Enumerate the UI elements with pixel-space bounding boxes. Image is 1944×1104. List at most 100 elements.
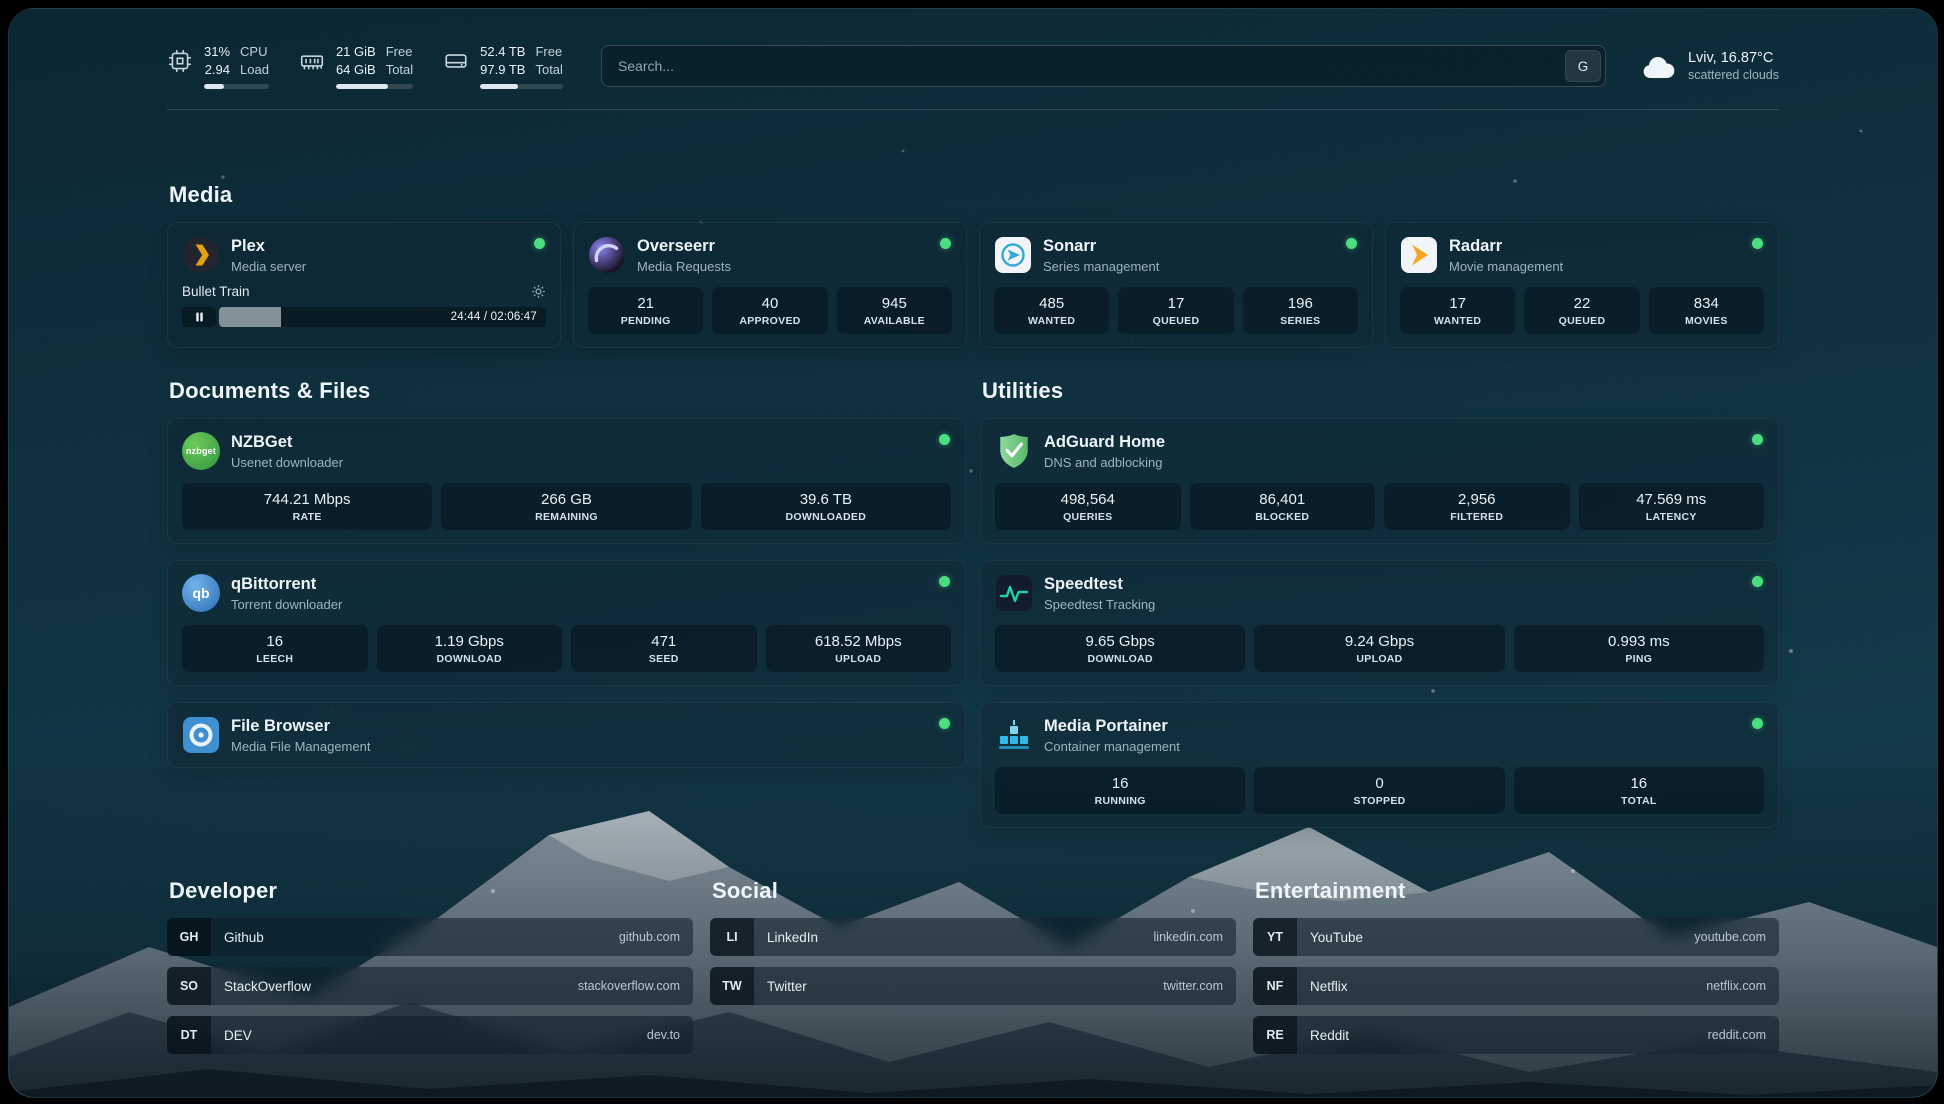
stat-value: 2,956: [1388, 491, 1566, 508]
service-stats: 485WANTED 17QUEUED 196SERIES: [994, 287, 1358, 334]
bookmark-reddit[interactable]: RE Reddit reddit.com: [1253, 1016, 1779, 1054]
service-card-speedtest[interactable]: Speedtest Speedtest Tracking 9.65 GbpsDO…: [980, 560, 1779, 686]
service-header: Plex Media server: [182, 236, 546, 274]
bookmark-url: twitter.com: [1163, 979, 1223, 993]
cloud-icon: [1640, 53, 1676, 80]
service-card-qbittorrent[interactable]: qb qBittorrent Torrent downloader 16LEEC…: [167, 560, 966, 686]
qbittorrent-logo-text: qb: [182, 574, 220, 612]
search-input[interactable]: [601, 45, 1606, 87]
section-utilities: Utilities: [980, 378, 1779, 828]
bookmark-abbr: DT: [167, 1016, 211, 1054]
service-name: Sonarr: [1043, 237, 1159, 257]
service-header: Media Portainer Container management: [995, 716, 1764, 754]
cpu-usage-value: 31%: [204, 43, 230, 61]
search-bar: G: [601, 45, 1606, 87]
now-playing-row: Bullet Train: [182, 284, 546, 299]
stat-value: 16: [1518, 775, 1760, 792]
stat-value: 9.24 Gbps: [1258, 633, 1500, 650]
gear-icon[interactable]: [531, 284, 546, 299]
service-card-radarr[interactable]: Radarr Movie management 17WANTED 22QUEUE…: [1385, 222, 1779, 348]
weather-location: Lviv, 16.87°C: [1688, 50, 1779, 66]
cpu-usage-label: CPU: [240, 43, 269, 61]
stat-label: QUERIES: [999, 511, 1177, 523]
service-card-portainer[interactable]: Media Portainer Container management 16 R…: [980, 702, 1779, 828]
dashboard-content: 31% 2.94 CPU Load: [167, 9, 1779, 1054]
stat-rate: 744.21 MbpsRATE: [182, 483, 432, 530]
bookmark-url: stackoverflow.com: [578, 979, 680, 993]
service-card-nzbget[interactable]: nzbget NZBGet Usenet downloader 744.21 M…: [167, 418, 966, 544]
stat-label: QUEUED: [1122, 315, 1229, 327]
bookmark-linkedin[interactable]: LI LinkedIn linkedin.com: [710, 918, 1236, 956]
stat-value: 16: [186, 633, 364, 650]
service-header: Sonarr Series management: [994, 236, 1358, 274]
bookmark-url: reddit.com: [1708, 1028, 1766, 1042]
service-card-adguard[interactable]: AdGuard Home DNS and adblocking 498,564Q…: [980, 418, 1779, 544]
stat-value: 0.993 ms: [1518, 633, 1760, 650]
now-playing-title: Bullet Train: [182, 284, 250, 299]
stat-value: 17: [1404, 295, 1511, 312]
speedtest-icon: [995, 574, 1033, 612]
service-card-filebrowser[interactable]: File Browser Media File Management: [167, 702, 966, 768]
cpu-progress-bar: [204, 84, 269, 89]
stat-label: RUNNING: [999, 795, 1241, 807]
adguard-icon: [995, 432, 1033, 470]
bookmark-name: Twitter: [767, 979, 807, 994]
service-subtitle: Torrent downloader: [231, 597, 342, 612]
stat-label: BLOCKED: [1194, 511, 1372, 523]
memory-progress-fill: [336, 84, 388, 89]
memory-free-label: Free: [386, 43, 413, 61]
stat-label: UPLOAD: [1258, 653, 1500, 665]
bookmark-twitter[interactable]: TW Twitter twitter.com: [710, 967, 1236, 1005]
service-header: Overseerr Media Requests: [588, 236, 952, 274]
service-subtitle: Speedtest Tracking: [1044, 597, 1155, 612]
stat-queued: 22QUEUED: [1524, 287, 1639, 334]
playback-time: 24:44 / 02:06:47: [451, 311, 537, 323]
disk-widget: 52.4 TB 97.9 TB Free Total: [443, 43, 563, 89]
service-subtitle: Media Requests: [637, 259, 731, 274]
bookmark-name: StackOverflow: [224, 979, 311, 994]
bookmark-github[interactable]: GH Github github.com: [167, 918, 693, 956]
stat-label: SERIES: [1247, 315, 1354, 327]
stat-upload: 618.52 MbpsUPLOAD: [766, 625, 952, 672]
service-stats: 744.21 MbpsRATE 266 GBREMAINING 39.6 TBD…: [182, 483, 951, 530]
stat-filtered: 2,956FILTERED: [1384, 483, 1570, 530]
bookmark-abbr: SO: [167, 967, 211, 1005]
bookmark-dev[interactable]: DT DEV dev.to: [167, 1016, 693, 1054]
service-card-overseerr[interactable]: Overseerr Media Requests 21PENDING 40APP…: [573, 222, 967, 348]
bookmark-stackoverflow[interactable]: SO StackOverflow stackoverflow.com: [167, 967, 693, 1005]
bookmark-youtube[interactable]: YT YouTube youtube.com: [1253, 918, 1779, 956]
stat-queued: 17QUEUED: [1118, 287, 1233, 334]
stat-value: 16: [999, 775, 1241, 792]
bookmark-url: netflix.com: [1706, 979, 1766, 993]
overseerr-icon: [588, 236, 626, 274]
filebrowser-icon: [182, 716, 220, 754]
disk-total-label: Total: [535, 61, 562, 79]
stat-leech: 16LEECH: [182, 625, 368, 672]
bookmark-name: DEV: [224, 1028, 252, 1043]
playback-track[interactable]: 24:44 / 02:06:47: [219, 307, 546, 327]
service-header: File Browser Media File Management: [182, 716, 951, 754]
topbar: 31% 2.94 CPU Load: [167, 43, 1779, 89]
pause-button[interactable]: [182, 307, 216, 327]
bookmark-abbr: GH: [167, 918, 211, 956]
stat-download: 9.65 GbpsDOWNLOAD: [995, 625, 1245, 672]
stat-wanted: 485WANTED: [994, 287, 1109, 334]
stat-label: QUEUED: [1528, 315, 1635, 327]
service-name: AdGuard Home: [1044, 433, 1165, 453]
cpu-icon: [167, 48, 193, 74]
cpu-progress-fill: [204, 84, 224, 89]
service-card-sonarr[interactable]: Sonarr Series management 485WANTED 17QUE…: [979, 222, 1373, 348]
search-provider-button[interactable]: G: [1565, 50, 1601, 82]
service-card-plex[interactable]: Plex Media server Bullet Train: [167, 222, 561, 348]
service-header: qb qBittorrent Torrent downloader: [182, 574, 951, 612]
stat-value: 471: [575, 633, 753, 650]
bookmark-abbr: YT: [1253, 918, 1297, 956]
service-name: Media Portainer: [1044, 717, 1180, 737]
stat-ping: 0.993 msPING: [1514, 625, 1764, 672]
stat-wanted: 17WANTED: [1400, 287, 1515, 334]
stat-value: 86,401: [1194, 491, 1372, 508]
resource-widgets: 31% 2.94 CPU Load: [167, 43, 593, 89]
stat-running: 16 RUNNING: [995, 767, 1245, 814]
bookmark-name: LinkedIn: [767, 930, 818, 945]
bookmark-netflix[interactable]: NF Netflix netflix.com: [1253, 967, 1779, 1005]
